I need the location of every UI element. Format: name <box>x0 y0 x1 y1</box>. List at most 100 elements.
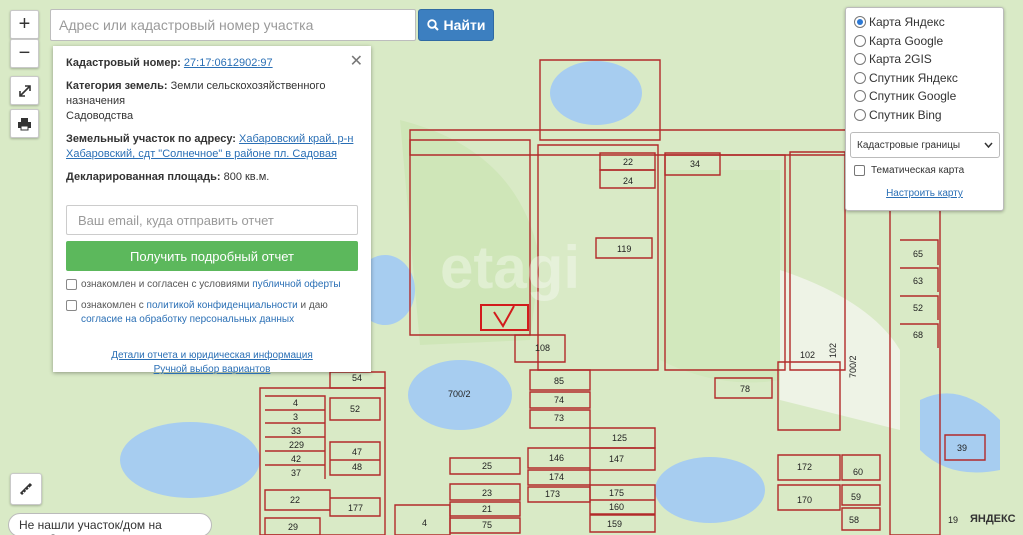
parcel-label: 24 <box>623 176 633 186</box>
thematic-map-checkbox[interactable] <box>854 165 865 176</box>
zoom-out-label: − <box>18 42 31 64</box>
overlay-select[interactable]: Кадастровые границы <box>850 132 1000 158</box>
parcel-label: 147 <box>609 454 624 464</box>
parcel-label: 3 <box>293 412 298 422</box>
parcel-label: 59 <box>851 492 861 502</box>
layer-option-2gis-map[interactable]: Карта 2GIS <box>854 50 995 69</box>
radio[interactable] <box>854 53 866 66</box>
parcel-label: 58 <box>849 515 859 525</box>
layer-option-label: Спутник Bing <box>869 107 942 122</box>
parcel-label: 146 <box>549 453 564 463</box>
parcel-label: 174 <box>549 472 564 482</box>
privacy-consent-text: ознакомлен с политикой конфиденциальност… <box>81 299 328 327</box>
area-row: Декларированная площадь: 800 кв.м. <box>66 170 358 185</box>
radio[interactable] <box>854 71 866 84</box>
parcel-label: 25 <box>482 461 492 471</box>
area-label: Декларированная площадь: <box>66 171 221 183</box>
radio[interactable] <box>854 90 866 103</box>
email-field[interactable] <box>66 205 358 235</box>
offer-consent-checkbox[interactable] <box>66 279 77 290</box>
category-subvalue: Садоводства <box>66 110 134 122</box>
thematic-map-row[interactable]: Тематическая карта <box>854 165 995 176</box>
parcel-label: 42 <box>291 454 301 464</box>
layer-option-yandex-map[interactable]: Карта Яндекс <box>854 13 995 32</box>
parcel-label: 29 <box>288 522 298 532</box>
print-button[interactable] <box>10 109 39 138</box>
radio[interactable] <box>854 34 866 47</box>
layer-option-google-map[interactable]: Карта Google <box>854 32 995 51</box>
parcel-label: 173 <box>545 489 560 499</box>
ruler-icon <box>19 482 33 496</box>
cadastral-number-link[interactable]: 27:17:0612902:97 <box>184 57 273 69</box>
parcel-label: 74 <box>554 395 564 405</box>
parcel-label: 22 <box>623 157 633 167</box>
parcel-label: 33 <box>291 426 301 436</box>
layer-option-bing-satellite[interactable]: Спутник Bing <box>854 106 995 125</box>
parcel-label: 108 <box>535 343 550 353</box>
chevron-down-icon <box>984 142 993 148</box>
watermark: etagi <box>440 234 580 301</box>
layer-switcher: Карта Яндекс Карта Google Карта 2GIS Спу… <box>845 7 1004 211</box>
parcel-info-popup: ✕ Кадастровый номер: 27:17:0612902:97 Ка… <box>53 46 371 375</box>
parcel-label: 65 <box>913 249 923 259</box>
manual-selection-link[interactable]: Ручной выбор вариантов <box>66 363 358 377</box>
layer-option-yandex-satellite[interactable]: Спутник Яндекс <box>854 69 995 88</box>
category-row: Категория земель: Земли сельскохозяйстве… <box>66 79 358 124</box>
parcel-label: 47 <box>352 447 362 457</box>
layer-option-label: Карта 2GIS <box>869 52 932 67</box>
ruler-button[interactable] <box>10 473 42 505</box>
parcel-label: 170 <box>797 495 812 505</box>
area-value: 800 кв.м. <box>223 171 270 183</box>
zoom-in-button[interactable]: + <box>10 10 39 39</box>
category-label: Категория земель: <box>66 80 168 92</box>
lake <box>120 422 260 498</box>
offer-consent-label: ознакомлен и согласен с условиями <box>81 279 253 290</box>
privacy-consent-row: ознакомлен с политикой конфиденциальност… <box>66 299 358 327</box>
expand-icon <box>18 84 31 97</box>
public-offer-link[interactable]: публичной оферты <box>252 279 340 290</box>
search-input[interactable] <box>50 9 416 41</box>
parcel-label: 34 <box>690 159 700 169</box>
printer-icon <box>18 117 31 130</box>
parcel-label: 21 <box>482 504 492 514</box>
report-details-link[interactable]: Детали отчета и юридическая информация <box>66 349 358 363</box>
fullscreen-button[interactable] <box>10 76 39 105</box>
zoom-out-button[interactable]: − <box>10 39 39 68</box>
search-button[interactable]: Найти <box>418 9 494 41</box>
radio-selected[interactable] <box>854 16 866 29</box>
parcel-label: 85 <box>554 376 564 386</box>
close-icon[interactable]: ✕ <box>350 51 363 71</box>
personal-data-link[interactable]: согласие на обработку персональных данны… <box>81 314 294 325</box>
parcel-label: 52 <box>913 303 923 313</box>
parcel-label: 68 <box>913 330 923 340</box>
layer-option-google-satellite[interactable]: Спутник Google <box>854 87 995 106</box>
parcel-label: 37 <box>291 468 301 478</box>
search-button-label: Найти <box>443 17 486 33</box>
thematic-map-label: Тематическая карта <box>871 165 965 176</box>
layer-option-label: Карта Яндекс <box>869 15 945 30</box>
parcel-label: 78 <box>740 384 750 394</box>
parcel-label: 159 <box>607 519 622 529</box>
configure-map-link[interactable]: Настроить карту <box>854 188 995 199</box>
yandex-logo: ЯНДЕКС <box>970 513 1016 525</box>
privacy-consent-checkbox[interactable] <box>66 300 77 311</box>
lake <box>655 457 765 523</box>
offer-consent-row: ознакомлен и согласен с условиями публич… <box>66 278 358 292</box>
parcel-label: 160 <box>609 502 624 512</box>
layer-option-label: Спутник Яндекс <box>869 70 958 85</box>
not-found-button[interactable]: Не нашли участок/дом на карте? <box>8 513 212 535</box>
address-row: Земельный участок по адресу: Хабаровский… <box>66 132 358 162</box>
search-icon <box>426 19 439 31</box>
cadastral-label: Кадастровый номер: <box>66 57 181 69</box>
parcel-label: 102 <box>800 350 815 360</box>
parcel-label: 39 <box>957 443 967 453</box>
parcel-label: 60 <box>853 467 863 477</box>
parcel-label: 102 <box>828 343 838 358</box>
privacy-policy-link[interactable]: политикой конфиденциальности <box>147 300 298 311</box>
parcel-label: 4 <box>422 518 427 528</box>
parcel-label: 229 <box>289 440 304 450</box>
get-report-button[interactable]: Получить подробный отчет <box>66 241 358 271</box>
cadastral-row: Кадастровый номер: 27:17:0612902:97 <box>66 56 358 71</box>
radio[interactable] <box>854 108 866 121</box>
zoom-in-label: + <box>18 13 31 35</box>
